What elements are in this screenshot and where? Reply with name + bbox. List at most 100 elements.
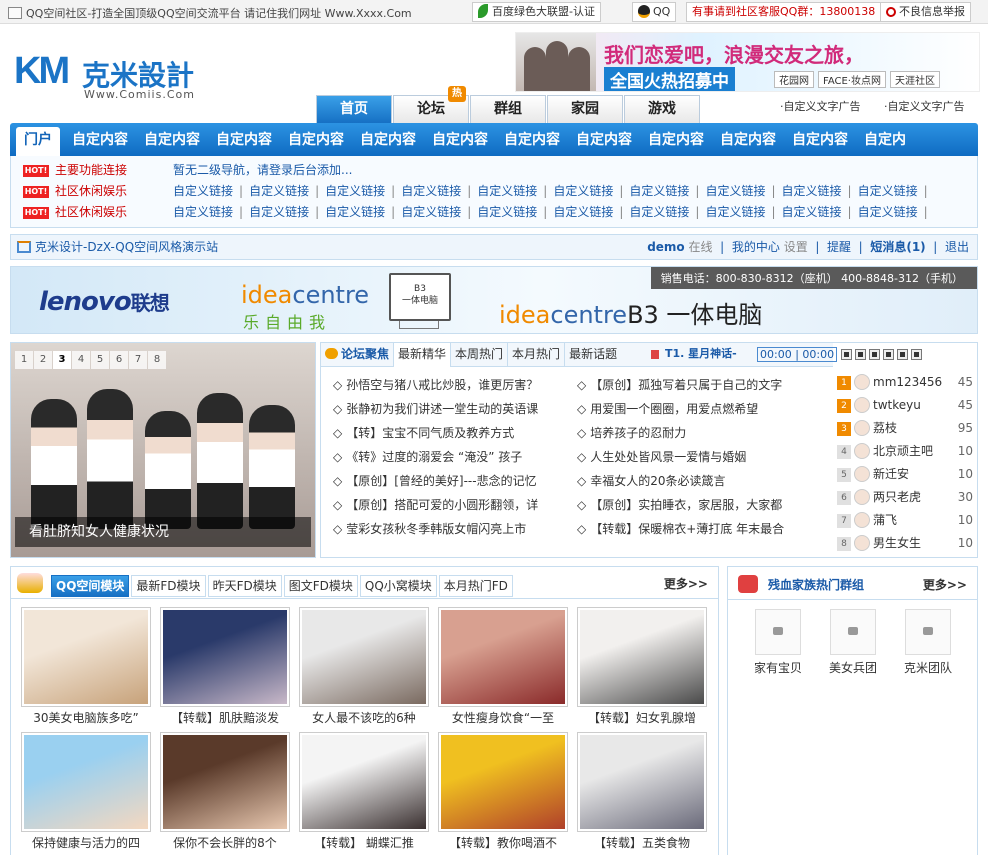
subnav-category[interactable]: 社区休闲娱乐 [55,202,173,222]
top-advertisement[interactable]: 我们恋爱吧，浪漫交友之旅， 全国火热招募中 花园网 FACE·妆点网 天涯社区 [515,32,980,92]
site-breadcrumb[interactable]: 克米设计-DzX-QQ空间风格演示站 [17,235,218,259]
fd-thumbnail[interactable]: 【转载】妇女乳腺增 [577,607,707,727]
channel-item[interactable]: 自定内容 [424,124,496,156]
thread-link[interactable]: 孙悟空与猪八戒比炒股，谁更厉害？ [333,373,577,397]
thread-link[interactable]: 【原创】孤独写着只属于自己的文字 [577,373,821,397]
logout-link[interactable]: 退出 [945,240,969,254]
subnav-link[interactable]: 自定义链接 [325,205,385,219]
rank-row[interactable]: 7 蒲飞 10 [837,509,977,532]
subnav-link[interactable]: 自定义链接 [553,184,613,198]
fd-tab[interactable]: 本月热门FD [438,575,513,597]
slide-page-button[interactable]: 5 [91,351,109,369]
subnav-link[interactable]: 自定义链接 [629,184,689,198]
settings-link[interactable]: 设置 [784,240,808,254]
nav-forum[interactable]: 论坛热 [393,86,469,123]
thread-link[interactable]: 【原创】实拍睡衣，家居服，大家都 [577,493,821,517]
subnav-link[interactable]: 自定义链接 [401,184,461,198]
nav-home[interactable]: 首页 [316,95,392,123]
qq-link[interactable]: QQ [632,2,677,22]
thread-link[interactable]: 【原创】搭配可爱的小圆形翻领，详 [333,493,577,517]
nav-games[interactable]: 游戏 [624,95,700,123]
rank-row[interactable]: 1 mm123456 45 [837,371,977,394]
slide-page-button[interactable]: 3 [53,351,71,369]
remind-link[interactable]: 提醒 [827,240,851,254]
rank-row[interactable]: 5 新迁安 10 [837,463,977,486]
slide-caption[interactable]: 看肚脐知女人健康状况 [15,517,311,547]
channel-item[interactable]: 自定内 [856,124,914,156]
username[interactable]: demo [647,240,684,254]
channel-item[interactable]: 自定内容 [712,124,784,156]
subnav-link[interactable]: 自定义链接 [173,184,233,198]
group-item[interactable]: 克米团队 [898,609,958,676]
groups-more-link[interactable]: 更多>> [923,576,967,593]
rank-row[interactable]: 4 北京顽主吧 10 [837,440,977,463]
fd-more-link[interactable]: 更多>> [664,575,708,592]
rank-row[interactable]: 3 荔枝 95 [837,417,977,440]
slide-page-button[interactable]: 6 [110,351,128,369]
fd-thumbnail[interactable]: 保你不会长胖的8个 [160,732,290,852]
repeat-button[interactable] [841,349,853,360]
subnav-link[interactable]: 自定义链接 [325,184,385,198]
channel-item[interactable]: 自定内容 [280,124,352,156]
fd-thumbnail[interactable]: 女性瘦身饮食“一至 [438,607,568,727]
fd-thumbnail[interactable]: 【转载】教你喝酒不 [438,732,568,852]
channel-portal[interactable]: 门户 [16,127,60,156]
slideshow[interactable]: 12345678 看肚脐知女人健康状况 [10,342,316,558]
tab-latest-digest[interactable]: 最新精华 [393,343,451,367]
channel-item[interactable]: 自定内容 [64,124,136,156]
group-item[interactable]: 美女兵团 [823,609,883,676]
channel-item[interactable]: 自定内容 [784,124,856,156]
fd-thumbnail[interactable]: 【转载】五类食物 [577,732,707,852]
thread-link[interactable]: 张静初为我们讲述一堂生动的英语课 [333,397,577,421]
fd-tab[interactable]: 图文FD模块 [283,575,358,597]
rank-row[interactable]: 6 两只老虎 30 [837,486,977,509]
subnav-link[interactable]: 自定义链接 [705,205,765,219]
site-logo[interactable]: KM 克米設計 Www.Comiis.Com [14,48,234,104]
shuffle-button[interactable] [855,349,867,360]
group-item[interactable]: 家有宝贝 [748,609,808,676]
home-icon[interactable] [8,7,22,19]
subnav-link[interactable]: 自定义链接 [629,205,689,219]
alliance-badge[interactable]: 百度绿色大联盟-认证 [472,2,601,22]
thread-link[interactable]: 用爱围一个圈圈，用爱点燃希望 [577,397,821,421]
prev-button[interactable] [869,349,881,360]
tab-week-hot[interactable]: 本周热门 [450,343,507,366]
subnav-link[interactable]: 自定义链接 [477,205,537,219]
subnav-link[interactable]: 自定义链接 [858,205,918,219]
fd-thumbnail[interactable]: 30美女电脑族多吃” [21,607,151,727]
slide-page-button[interactable]: 4 [72,351,90,369]
stop-button[interactable] [897,349,909,360]
thread-link[interactable]: 【原创】[曾经的美好]---悲念的记忆 [333,469,577,493]
thread-link[interactable]: 《转》过度的溺爱会 “淹没” 孩子 [333,445,577,469]
text-ad-link[interactable]: ·自定义文字广告 [884,98,965,114]
report-link[interactable]: 不良信息举报 [880,2,971,22]
subnav-category[interactable]: 主要功能连接 [55,160,173,180]
channel-item[interactable]: 自定内容 [208,124,280,156]
fd-tab[interactable]: QQ空间模块 [51,575,130,597]
subnav-link[interactable]: 自定义链接 [249,184,309,198]
subnav-link[interactable]: 自定义链接 [477,184,537,198]
my-center-link[interactable]: 我的中心 [732,240,780,254]
channel-item[interactable]: 自定内容 [352,124,424,156]
fd-thumbnail[interactable]: 女人最不该吃的6种 [299,607,429,727]
fd-thumbnail[interactable]: 【转载】 蝴蝶汇推 [299,732,429,852]
slide-page-button[interactable]: 1 [15,351,33,369]
tab-month-hot[interactable]: 本月热门 [507,343,564,366]
thread-link[interactable]: 人生处处皆风景一爱情与婚姻 [577,445,821,469]
subnav-link[interactable]: 自定义链接 [782,184,842,198]
subnav-link[interactable]: 自定义链接 [782,205,842,219]
channel-item[interactable]: 自定内容 [640,124,712,156]
subnav-category[interactable]: 社区休闲娱乐 [55,181,173,201]
channel-item[interactable]: 自定内容 [136,124,208,156]
pause-button[interactable] [883,349,895,360]
text-ad-link[interactable]: ·自定义文字广告 [780,98,861,114]
fd-tab[interactable]: 昨天FD模块 [207,575,282,597]
subnav-link[interactable]: 自定义链接 [553,205,613,219]
fd-tab[interactable]: QQ小窝模块 [359,575,437,597]
nav-home-space[interactable]: 家园 [547,95,623,123]
nav-groups[interactable]: 群组 [470,95,546,123]
thread-link[interactable]: 【转】宝宝不同气质及教养方式 [333,421,577,445]
fd-thumbnail[interactable]: 保持健康与活力的四 [21,732,151,852]
thread-link[interactable]: 莹彩女孩秋冬季韩版女帽闪亮上市 [333,517,577,541]
channel-item[interactable]: 自定内容 [568,124,640,156]
